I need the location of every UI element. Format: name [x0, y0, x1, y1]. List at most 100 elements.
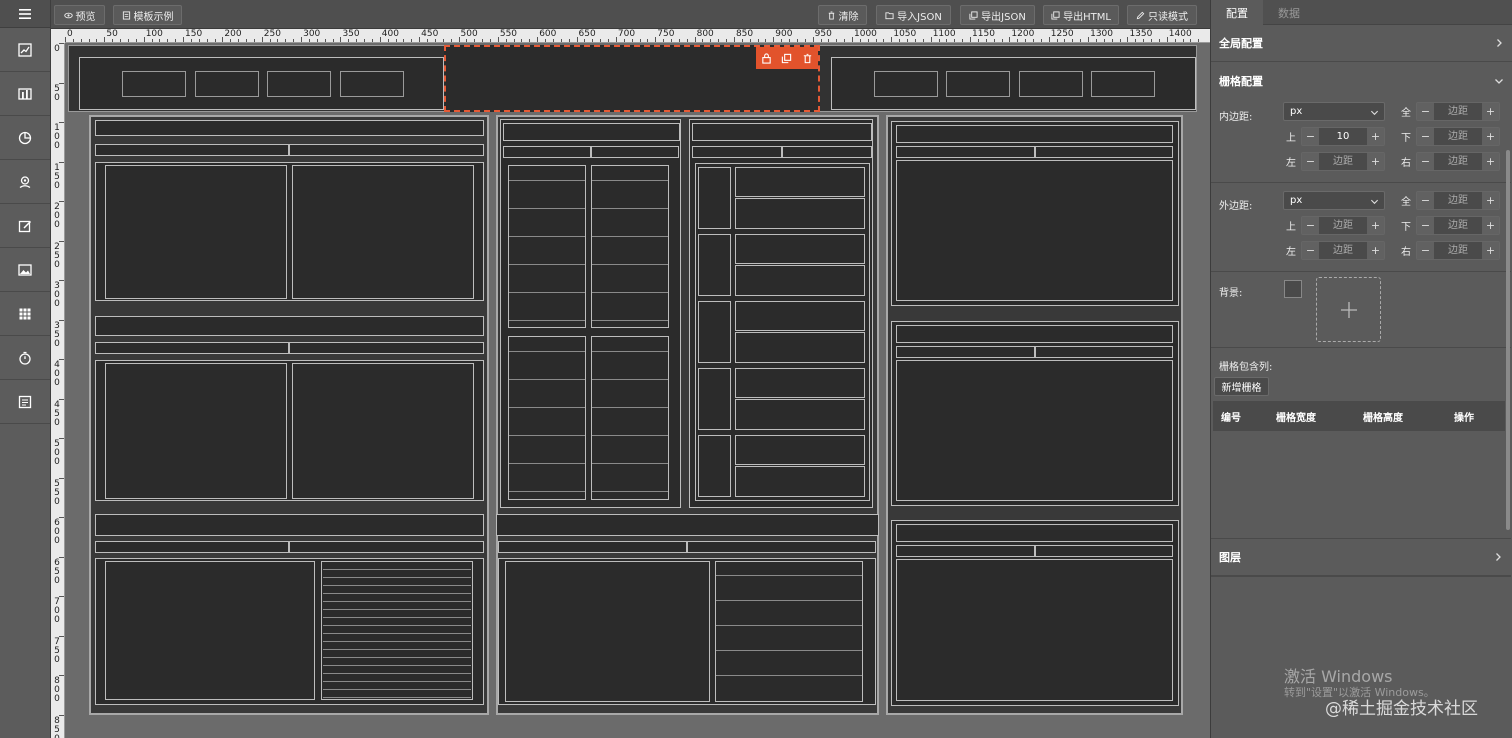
decrement-button[interactable]: −	[1302, 217, 1319, 234]
decrement-button[interactable]: −	[1302, 153, 1319, 170]
clear-button[interactable]: 清除	[818, 5, 867, 25]
center-row-block[interactable]	[698, 435, 731, 497]
center-row-block[interactable]	[735, 167, 865, 197]
panel-tab[interactable]	[896, 545, 1035, 557]
padding-top-stepper[interactable]: − +	[1301, 127, 1385, 146]
decrement-button[interactable]: −	[1417, 153, 1434, 170]
margin-bottom-input[interactable]	[1434, 217, 1482, 234]
panel-title-bar[interactable]	[896, 125, 1173, 143]
panel-tab[interactable]	[289, 541, 484, 553]
center-row-block[interactable]	[698, 368, 731, 430]
center-row-block[interactable]	[735, 399, 865, 430]
layers-header[interactable]: 图层	[1211, 539, 1511, 576]
panel-tab[interactable]	[289, 342, 484, 354]
increment-button[interactable]: +	[1482, 192, 1499, 209]
background-color-swatch[interactable]	[1284, 280, 1302, 298]
panel-title-bar[interactable]	[95, 316, 484, 336]
center-row-block[interactable]	[735, 301, 865, 331]
margin-top-stepper[interactable]: − +	[1301, 216, 1385, 235]
header-nav-slot[interactable]	[122, 71, 186, 97]
header-nav-slot[interactable]	[874, 71, 938, 97]
preview-button[interactable]: 预览	[54, 5, 105, 25]
margin-left-input[interactable]	[1319, 242, 1367, 259]
center-row-block[interactable]	[735, 435, 865, 465]
list-slot[interactable]	[508, 336, 586, 500]
increment-button[interactable]: +	[1367, 128, 1384, 145]
list-slot[interactable]	[321, 561, 473, 700]
decrement-button[interactable]: −	[1417, 242, 1434, 259]
increment-button[interactable]: +	[1367, 153, 1384, 170]
panel-tab[interactable]	[896, 146, 1035, 158]
tab-data[interactable]: 数据	[1263, 0, 1315, 25]
margin-right-input[interactable]	[1434, 242, 1482, 259]
chart-slot[interactable]	[105, 561, 315, 700]
background-image-upload[interactable]	[1316, 277, 1381, 342]
panel-tab[interactable]	[687, 541, 876, 553]
panel-title-bar[interactable]	[95, 514, 484, 536]
panel-tab[interactable]	[1035, 146, 1173, 158]
margin-all-input[interactable]	[1434, 192, 1482, 209]
panel-tab[interactable]	[591, 146, 679, 158]
padding-all-stepper[interactable]: − +	[1416, 102, 1500, 121]
list-slot[interactable]	[715, 561, 863, 702]
panel-tab[interactable]	[95, 144, 289, 156]
padding-unit-select[interactable]: px	[1283, 102, 1385, 121]
decrement-button[interactable]: −	[1417, 192, 1434, 209]
padding-left-stepper[interactable]: − +	[1301, 152, 1385, 171]
header-nav-slot[interactable]	[195, 71, 259, 97]
import-json-button[interactable]: 导入JSON	[876, 5, 951, 25]
panel-title-bar[interactable]	[896, 524, 1173, 542]
add-grid-button[interactable]: 新增栅格	[1214, 377, 1269, 396]
chart-slot[interactable]	[896, 360, 1173, 501]
panel-tab[interactable]	[503, 146, 591, 158]
center-row-block[interactable]	[735, 198, 865, 229]
padding-left-input[interactable]	[1319, 153, 1367, 170]
header-nav-slot[interactable]	[946, 71, 1010, 97]
margin-right-stepper[interactable]: − +	[1416, 241, 1500, 260]
panel-tab[interactable]	[1035, 346, 1173, 358]
chart-slot[interactable]	[505, 561, 710, 702]
panel-tab[interactable]	[896, 346, 1035, 358]
menu-toggle-button[interactable]	[0, 0, 50, 28]
padding-top-input[interactable]	[1319, 128, 1367, 145]
header-nav-slot[interactable]	[267, 71, 331, 97]
chart-slot[interactable]	[896, 559, 1173, 701]
increment-button[interactable]: +	[1482, 242, 1499, 259]
increment-button[interactable]: +	[1367, 217, 1384, 234]
sidebar-item-image[interactable]	[0, 248, 50, 292]
panel-title-bar[interactable]	[496, 514, 879, 536]
decrement-button[interactable]: −	[1417, 217, 1434, 234]
decrement-button[interactable]: −	[1302, 242, 1319, 259]
global-config-header[interactable]: 全局配置	[1211, 25, 1512, 62]
decrement-button[interactable]: −	[1417, 103, 1434, 120]
sidebar-item-bar-chart[interactable]	[0, 72, 50, 116]
export-html-button[interactable]: 导出HTML	[1043, 5, 1119, 25]
padding-right-stepper[interactable]: − +	[1416, 152, 1500, 171]
list-slot[interactable]	[591, 165, 669, 328]
panel-title-bar[interactable]	[692, 123, 872, 141]
list-slot[interactable]	[508, 165, 586, 328]
design-canvas[interactable]	[65, 43, 1210, 738]
panel-tab[interactable]	[692, 146, 782, 158]
center-row-block[interactable]	[735, 466, 865, 497]
template-example-button[interactable]: 模板示例	[113, 5, 182, 25]
sidebar-item-grid[interactable]	[0, 292, 50, 336]
panel-title-bar[interactable]	[896, 325, 1173, 343]
sidebar-item-edit[interactable]	[0, 204, 50, 248]
chart-slot[interactable]	[292, 363, 474, 499]
header-nav-slot[interactable]	[340, 71, 404, 97]
padding-bottom-input[interactable]	[1434, 128, 1482, 145]
panel-tab[interactable]	[498, 541, 687, 553]
export-json-button[interactable]: 导出JSON	[960, 5, 1035, 25]
margin-unit-select[interactable]: px	[1283, 191, 1385, 210]
center-row-block[interactable]	[735, 368, 865, 398]
panel-tab[interactable]	[1035, 545, 1173, 557]
increment-button[interactable]: +	[1482, 153, 1499, 170]
chart-slot[interactable]	[105, 363, 287, 499]
panel-tab[interactable]	[95, 541, 289, 553]
panel-scrollbar[interactable]	[1506, 150, 1510, 530]
header-nav-slot[interactable]	[1019, 71, 1083, 97]
sidebar-item-table[interactable]	[0, 380, 50, 424]
panel-title-bar[interactable]	[95, 120, 484, 136]
margin-left-stepper[interactable]: − +	[1301, 241, 1385, 260]
